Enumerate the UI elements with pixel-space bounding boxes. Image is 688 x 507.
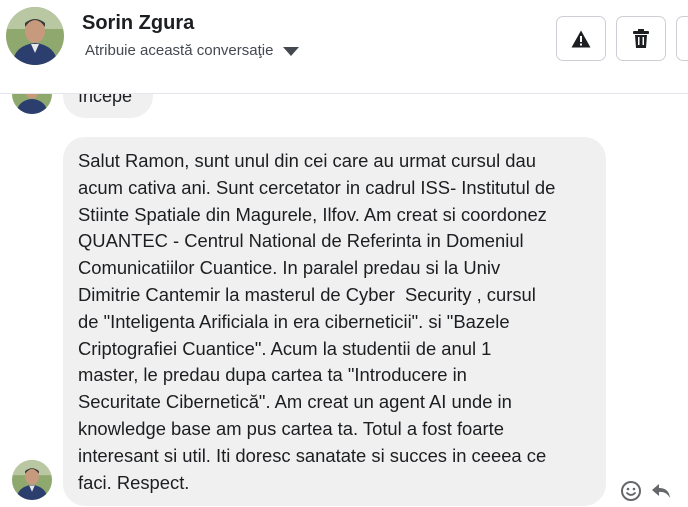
- more-options-button[interactable]: [676, 16, 688, 61]
- contact-name[interactable]: Sorin Zgura: [82, 12, 194, 35]
- message-line: knowledge base am pus cartea ta. Totul a…: [78, 417, 504, 439]
- trash-icon: [633, 29, 649, 48]
- message-line: Comunicatiilor Cuantice. In paralel pred…: [78, 257, 501, 279]
- message-line: interesant si util. Iti doresc sanatate …: [78, 444, 547, 466]
- message-line: QUANTEC - Centrul National de Referinta …: [78, 230, 524, 252]
- message-line: de "Inteligenta Arificiala in era cibern…: [78, 310, 510, 332]
- reply-icon[interactable]: [650, 480, 672, 502]
- emoji-reaction-icon[interactable]: [620, 480, 642, 502]
- avatar[interactable]: [6, 7, 64, 65]
- message-line: faci. Respect.: [78, 471, 190, 493]
- profile-photo-avatar: [12, 460, 52, 500]
- delete-button[interactable]: [616, 16, 666, 61]
- message-line: Salut Ramon, sunt unul din cei care au u…: [78, 150, 536, 171]
- message-text: Salut Ramon, sunt unul din cei care au u…: [78, 148, 598, 496]
- message-line: acum cativa ani. Sunt cercetator in cadr…: [78, 176, 556, 198]
- message-line: Securitate Cibernetică". Am creat un age…: [78, 391, 512, 413]
- warning-icon: [571, 30, 591, 47]
- message-line: Dimitrie Cantemir la masterul de Cyber S…: [78, 283, 536, 305]
- avatar[interactable]: [12, 460, 52, 500]
- message-line: Criptografiei Cuantice". Acum la student…: [78, 337, 492, 359]
- assign-conversation-dropdown[interactable]: Atribuie această conversaţie: [85, 42, 300, 59]
- caret-down-icon: [283, 46, 300, 56]
- message-line: Stiinte Spatiale din Magurele, Ilfov. Am…: [78, 203, 547, 225]
- message-line: master, le predau dupa cartea ta "Introd…: [78, 364, 467, 386]
- assign-conversation-label: Atribuie această conversaţie: [85, 42, 274, 59]
- profile-photo-avatar: [6, 7, 64, 65]
- report-button[interactable]: [556, 16, 606, 61]
- conversation-header: Sorin Zgura Atribuie această conversaţie: [0, 0, 688, 94]
